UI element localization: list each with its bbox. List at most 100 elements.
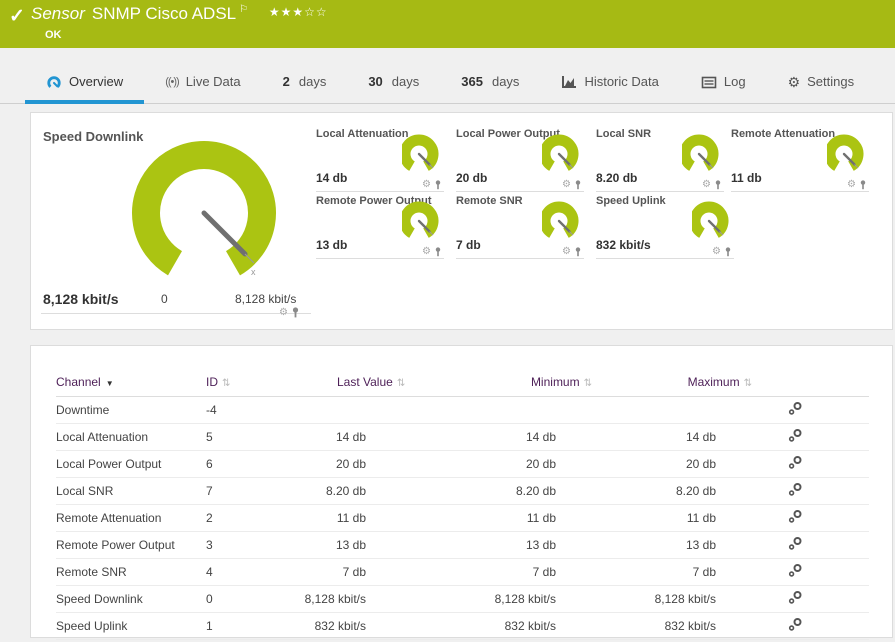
- channel-id: 4: [206, 558, 301, 586]
- gauge-icons: ⚙: [712, 247, 732, 257]
- gauge-settings-gear-icon[interactable]: ⚙: [422, 180, 431, 190]
- table-row: Local Power Output 6 20 db 20 db 20 db: [56, 450, 869, 478]
- table-row: Local Attenuation 5 14 db 14 db 14 db: [56, 423, 869, 451]
- channel-name: Downtime: [56, 396, 206, 424]
- pin-icon[interactable]: [714, 180, 722, 190]
- tab-log[interactable]: Log: [680, 61, 767, 103]
- channel-settings-button[interactable]: [788, 482, 803, 500]
- channel-last-value: 7 db: [301, 558, 366, 586]
- channel-settings-button[interactable]: [788, 401, 803, 419]
- live-data-icon: ((•)): [165, 76, 179, 88]
- channel-gear-icon: [788, 482, 802, 496]
- channel-table: Channel ▼ ID ⇅ Last Value ⇅ Minimum ⇅ Maximu…: [56, 368, 869, 640]
- channel-settings-button[interactable]: [788, 590, 803, 608]
- sort-desc-icon: ▼: [105, 378, 114, 388]
- column-header-last-value[interactable]: Last Value ⇅: [301, 368, 405, 397]
- sensor-status-banner: ✓ Sensor SNMP Cisco ADSL ⚐ ★★★☆☆ OK: [0, 0, 895, 48]
- gauge-dial: [402, 134, 439, 171]
- gauge-settings-gear-icon[interactable]: ⚙: [702, 180, 711, 190]
- gauge-settings-gear-icon[interactable]: ⚙: [847, 180, 856, 190]
- gauge-dial: [402, 201, 439, 238]
- column-header-id[interactable]: ID ⇅: [206, 368, 301, 397]
- channel-minimum: 8.20 db: [366, 477, 556, 505]
- pin-icon[interactable]: [724, 247, 732, 257]
- small-gauge-cell: Remote Power Output 13 db ⚙: [316, 193, 444, 259]
- gauge-settings-gear-icon[interactable]: ⚙: [279, 307, 288, 318]
- flag-icon[interactable]: ⚐: [239, 4, 248, 15]
- table-row: Downtime -4: [56, 396, 869, 424]
- priority-stars[interactable]: ★★★☆☆: [269, 5, 328, 19]
- channel-settings-button[interactable]: [788, 563, 803, 581]
- channel-name: Local Power Output: [56, 450, 206, 478]
- gauge-title: Remote Attenuation: [731, 128, 836, 140]
- tab-2-days[interactable]: 2 days: [262, 61, 348, 103]
- pin-icon[interactable]: [291, 307, 300, 318]
- sensor-kind-label: Sensor: [31, 4, 85, 23]
- channel-minimum: 11 db: [366, 504, 556, 532]
- channel-id: 1: [206, 612, 301, 640]
- gauge-settings-gear-icon[interactable]: ⚙: [422, 247, 431, 257]
- pin-icon[interactable]: [434, 247, 442, 257]
- pin-icon[interactable]: [434, 180, 442, 190]
- pin-icon[interactable]: [574, 180, 582, 190]
- tab-live-data[interactable]: ((•)) Live Data: [144, 61, 261, 103]
- channel-name: Remote Attenuation: [56, 504, 206, 532]
- table-row: Speed Uplink 1 832 kbit/s 832 kbit/s 832 kbi…: [56, 612, 869, 640]
- channel-settings-button[interactable]: [788, 536, 803, 554]
- channel-name: Speed Downlink: [56, 585, 206, 613]
- channel-id: 5: [206, 423, 301, 451]
- channel-minimum: 13 db: [366, 531, 556, 559]
- channel-gear-icon: [788, 536, 802, 550]
- gauge-value: 20 db: [456, 171, 488, 185]
- sensor-title-line: Sensor SNMP Cisco ADSL ⚐ ★★★☆☆: [31, 4, 328, 24]
- tab-overview[interactable]: Overview: [25, 61, 145, 104]
- table-row: Remote Power Output 3 13 db 13 db 13 db: [56, 531, 869, 559]
- small-gauge-cell: Remote Attenuation 11 db ⚙: [731, 126, 869, 192]
- gauge-value: 14 db: [316, 171, 348, 185]
- gauge-dial: [682, 134, 719, 171]
- status-badge: OK: [45, 29, 62, 41]
- small-gauge-cell: Local SNR 8.20 db ⚙: [596, 126, 724, 192]
- tab-label: days: [298, 74, 327, 89]
- primary-gauge-scale-min: 0: [161, 292, 168, 306]
- page-title: SNMP Cisco ADSL: [91, 4, 237, 23]
- gauge-settings-gear-icon[interactable]: ⚙: [712, 247, 721, 257]
- tab-days-number: 30: [368, 74, 383, 89]
- sort-icon: ⇅: [583, 377, 592, 389]
- channel-minimum: 20 db: [366, 450, 556, 478]
- channel-settings-button[interactable]: [788, 455, 803, 473]
- channel-name: Local SNR: [56, 477, 206, 505]
- gauge-settings-gear-icon[interactable]: ⚙: [562, 247, 571, 257]
- gauge-settings-gear-icon[interactable]: ⚙: [562, 180, 571, 190]
- ok-check-icon: ✓: [9, 6, 25, 27]
- gauge-value: 8.20 db: [596, 171, 638, 185]
- channel-maximum: 14 db: [556, 423, 716, 451]
- channel-last-value: 8,128 kbit/s: [301, 585, 366, 613]
- channel-last-value: 13 db: [301, 531, 366, 559]
- table-row: Remote Attenuation 2 11 db 11 db 11 db: [56, 504, 869, 532]
- primary-gauge-value: 8,128 kbit/s: [43, 291, 119, 307]
- tab-settings[interactable]: ⚙ Settings: [767, 61, 876, 103]
- channel-maximum: 8.20 db: [556, 477, 716, 505]
- tab-label: Live Data: [185, 74, 241, 89]
- channel-minimum: 7 db: [366, 558, 556, 586]
- tab-label: days: [391, 74, 420, 89]
- pin-icon[interactable]: [859, 180, 867, 190]
- tab-365-days[interactable]: 365 days: [440, 61, 540, 103]
- tab-30-days[interactable]: 30 days: [347, 61, 440, 103]
- channel-minimum: 8,128 kbit/s: [366, 585, 556, 613]
- channel-settings-button[interactable]: [788, 509, 803, 527]
- tab-bar: Overview ((•)) Live Data 2 days 30 days 36…: [0, 48, 895, 104]
- gauge-dial: [542, 134, 579, 171]
- log-icon: [701, 76, 717, 88]
- channel-settings-button[interactable]: [788, 428, 803, 446]
- small-gauge-cell: Local Power Output 20 db ⚙: [456, 126, 584, 192]
- tab-historic-data[interactable]: Historic Data: [540, 61, 679, 103]
- channel-settings-button[interactable]: [788, 617, 803, 635]
- pin-icon[interactable]: [574, 247, 582, 257]
- sort-icon: ⇅: [743, 377, 752, 389]
- channel-maximum: 7 db: [556, 558, 716, 586]
- column-header-channel[interactable]: Channel ▼: [56, 368, 206, 397]
- channel-id: 7: [206, 477, 301, 505]
- gauge-dial: [692, 201, 729, 238]
